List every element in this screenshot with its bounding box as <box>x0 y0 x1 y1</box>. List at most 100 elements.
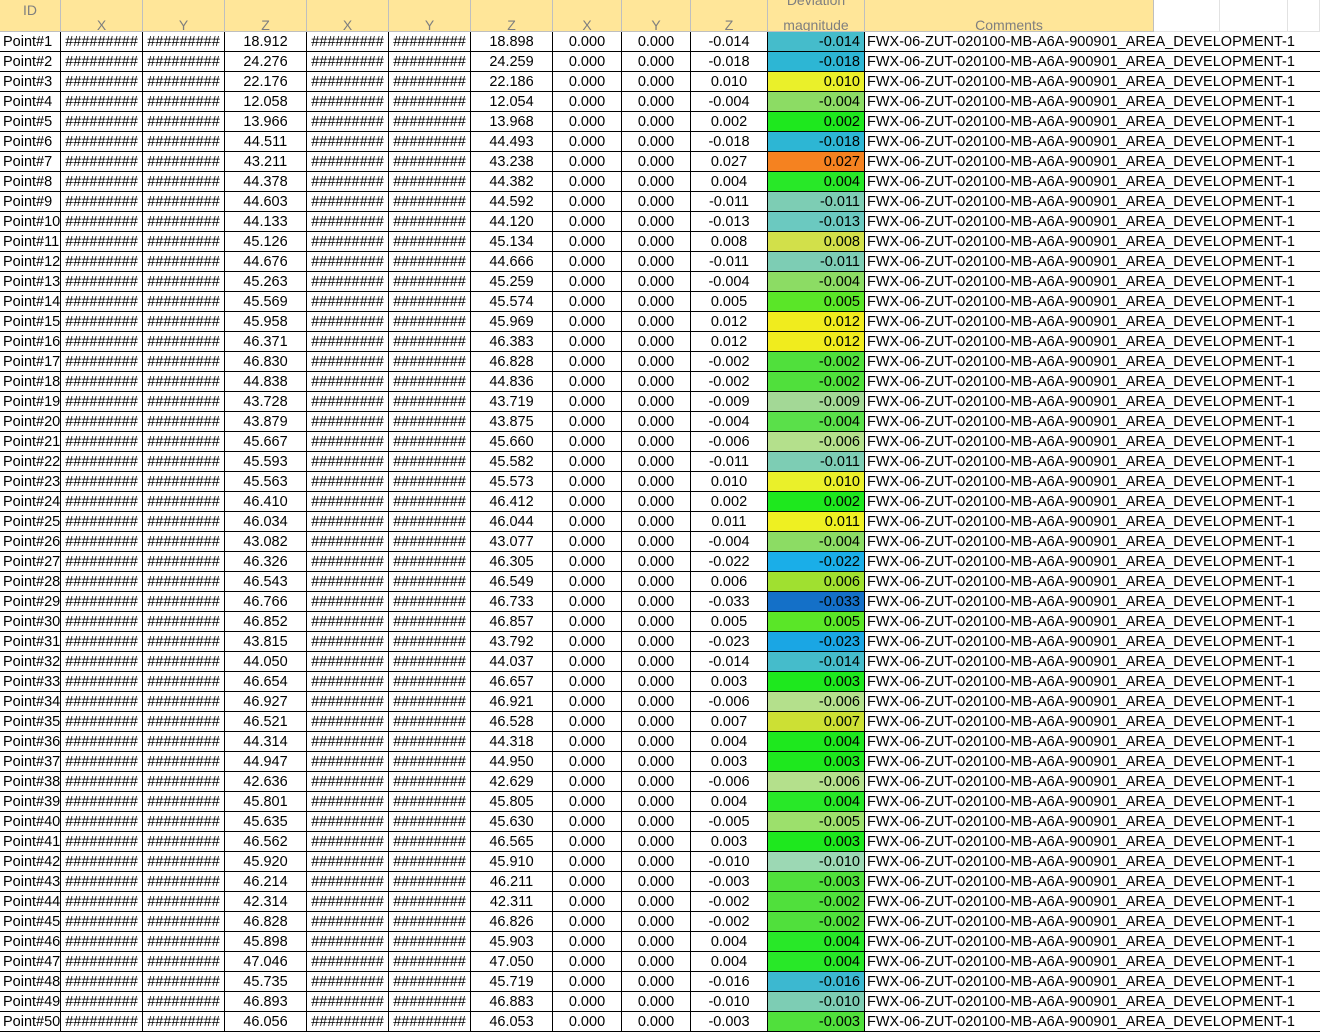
cell-y-deviation[interactable]: 0.000 <box>622 912 691 932</box>
cell-z-measured[interactable]: 45.735 <box>225 972 307 992</box>
cell-z-design[interactable]: 46.733 <box>471 592 553 612</box>
cell-z-design[interactable]: 44.950 <box>471 752 553 772</box>
cell-z-measured[interactable]: 45.263 <box>225 272 307 292</box>
cell-x-measured[interactable]: ######### <box>61 832 143 852</box>
cell-z-design[interactable]: 46.828 <box>471 352 553 372</box>
cell-deviation-magnitude[interactable]: 0.002 <box>768 492 865 512</box>
cell-y-design[interactable]: ######### <box>389 112 471 132</box>
cell-z-design[interactable]: 46.528 <box>471 712 553 732</box>
cell-id[interactable]: Point#30 <box>0 612 61 632</box>
cell-x-design[interactable]: ######### <box>307 532 389 552</box>
cell-y-measured[interactable]: ######### <box>143 1012 225 1032</box>
cell-deviation-magnitude[interactable]: 0.012 <box>768 332 865 352</box>
cell-comment[interactable]: FWX-06-ZUT-020100-MB-A6A-900901_AREA_DEV… <box>865 212 1320 232</box>
cell-x-deviation[interactable]: 0.000 <box>553 292 622 312</box>
cell-comment[interactable]: FWX-06-ZUT-020100-MB-A6A-900901_AREA_DEV… <box>865 652 1320 672</box>
cell-y-measured[interactable]: ######### <box>143 952 225 972</box>
cell-x-design[interactable]: ######### <box>307 952 389 972</box>
cell-y-deviation[interactable]: 0.000 <box>622 592 691 612</box>
cell-x-measured[interactable]: ######### <box>61 932 143 952</box>
cell-y-design[interactable]: ######### <box>389 352 471 372</box>
cell-x-design[interactable]: ######### <box>307 1012 389 1032</box>
cell-deviation-magnitude[interactable]: 0.007 <box>768 712 865 732</box>
cell-z-design[interactable]: 44.037 <box>471 652 553 672</box>
cell-id[interactable]: Point#27 <box>0 552 61 572</box>
cell-z-deviation[interactable]: -0.018 <box>691 52 768 72</box>
cell-y-measured[interactable]: ######### <box>143 92 225 112</box>
cell-deviation-magnitude[interactable]: -0.006 <box>768 692 865 712</box>
cell-y-design[interactable]: ######### <box>389 92 471 112</box>
cell-id[interactable]: Point#12 <box>0 252 61 272</box>
cell-x-deviation[interactable]: 0.000 <box>553 112 622 132</box>
cell-deviation-magnitude[interactable]: -0.004 <box>768 412 865 432</box>
cell-z-measured[interactable]: 44.603 <box>225 192 307 212</box>
cell-x-design[interactable]: ######### <box>307 392 389 412</box>
cell-comment[interactable]: FWX-06-ZUT-020100-MB-A6A-900901_AREA_DEV… <box>865 572 1320 592</box>
cell-x-design[interactable]: ######### <box>307 192 389 212</box>
cell-x-measured[interactable]: ######### <box>61 952 143 972</box>
cell-y-design[interactable]: ######### <box>389 172 471 192</box>
cell-deviation-magnitude[interactable]: -0.003 <box>768 872 865 892</box>
cell-deviation-magnitude[interactable]: -0.004 <box>768 92 865 112</box>
cell-y-design[interactable]: ######### <box>389 712 471 732</box>
cell-deviation-magnitude[interactable]: 0.002 <box>768 112 865 132</box>
cell-z-deviation[interactable]: 0.010 <box>691 472 768 492</box>
cell-x-design[interactable]: ######### <box>307 52 389 72</box>
cell-y-deviation[interactable]: 0.000 <box>622 312 691 332</box>
cell-id[interactable]: Point#34 <box>0 692 61 712</box>
cell-y-deviation[interactable]: 0.000 <box>622 412 691 432</box>
cell-x-measured[interactable]: ######### <box>61 212 143 232</box>
cell-y-measured[interactable]: ######### <box>143 892 225 912</box>
cell-id[interactable]: Point#37 <box>0 752 61 772</box>
cell-x-deviation[interactable]: 0.000 <box>553 632 622 652</box>
cell-x-measured[interactable]: ######### <box>61 452 143 472</box>
cell-z-deviation[interactable]: 0.004 <box>691 952 768 972</box>
cell-x-measured[interactable]: ######### <box>61 512 143 532</box>
cell-comment[interactable]: FWX-06-ZUT-020100-MB-A6A-900901_AREA_DEV… <box>865 392 1320 412</box>
cell-z-deviation[interactable]: 0.012 <box>691 332 768 352</box>
cell-y-deviation[interactable]: 0.000 <box>622 712 691 732</box>
cell-x-design[interactable]: ######### <box>307 512 389 532</box>
header-z-design[interactable]: Z <box>471 0 553 32</box>
cell-z-design[interactable]: 45.805 <box>471 792 553 812</box>
cell-y-deviation[interactable]: 0.000 <box>622 632 691 652</box>
cell-comment[interactable]: FWX-06-ZUT-020100-MB-A6A-900901_AREA_DEV… <box>865 1012 1320 1032</box>
cell-z-measured[interactable]: 44.050 <box>225 652 307 672</box>
cell-comment[interactable]: FWX-06-ZUT-020100-MB-A6A-900901_AREA_DEV… <box>865 352 1320 372</box>
cell-z-design[interactable]: 46.549 <box>471 572 553 592</box>
cell-x-measured[interactable]: ######### <box>61 392 143 412</box>
cell-y-design[interactable]: ######### <box>389 52 471 72</box>
cell-deviation-magnitude[interactable]: -0.006 <box>768 772 865 792</box>
cell-x-measured[interactable]: ######### <box>61 292 143 312</box>
cell-y-design[interactable]: ######### <box>389 952 471 972</box>
cell-x-measured[interactable]: ######### <box>61 372 143 392</box>
cell-x-design[interactable]: ######### <box>307 712 389 732</box>
cell-comment[interactable]: FWX-06-ZUT-020100-MB-A6A-900901_AREA_DEV… <box>865 512 1320 532</box>
cell-x-measured[interactable]: ######### <box>61 872 143 892</box>
cell-y-measured[interactable]: ######### <box>143 792 225 812</box>
cell-x-design[interactable]: ######### <box>307 972 389 992</box>
cell-z-design[interactable]: 45.630 <box>471 812 553 832</box>
cell-y-deviation[interactable]: 0.000 <box>622 172 691 192</box>
cell-x-design[interactable]: ######### <box>307 332 389 352</box>
cell-comment[interactable]: FWX-06-ZUT-020100-MB-A6A-900901_AREA_DEV… <box>865 412 1320 432</box>
cell-deviation-magnitude[interactable]: 0.004 <box>768 932 865 952</box>
cell-x-design[interactable]: ######### <box>307 792 389 812</box>
cell-x-measured[interactable]: ######### <box>61 852 143 872</box>
cell-x-measured[interactable]: ######### <box>61 332 143 352</box>
cell-y-measured[interactable]: ######### <box>143 452 225 472</box>
cell-z-measured[interactable]: 45.667 <box>225 432 307 452</box>
cell-y-deviation[interactable]: 0.000 <box>622 812 691 832</box>
cell-z-design[interactable]: 43.238 <box>471 152 553 172</box>
cell-id[interactable]: Point#20 <box>0 412 61 432</box>
cell-comment[interactable]: FWX-06-ZUT-020100-MB-A6A-900901_AREA_DEV… <box>865 632 1320 652</box>
cell-y-measured[interactable]: ######### <box>143 132 225 152</box>
cell-z-deviation[interactable]: 0.007 <box>691 712 768 732</box>
cell-x-measured[interactable]: ######### <box>61 72 143 92</box>
cell-comment[interactable]: FWX-06-ZUT-020100-MB-A6A-900901_AREA_DEV… <box>865 52 1320 72</box>
cell-deviation-magnitude[interactable]: 0.010 <box>768 472 865 492</box>
cell-z-design[interactable]: 45.660 <box>471 432 553 452</box>
cell-z-measured[interactable]: 44.838 <box>225 372 307 392</box>
cell-z-measured[interactable]: 24.276 <box>225 52 307 72</box>
cell-id[interactable]: Point#1 <box>0 32 61 52</box>
